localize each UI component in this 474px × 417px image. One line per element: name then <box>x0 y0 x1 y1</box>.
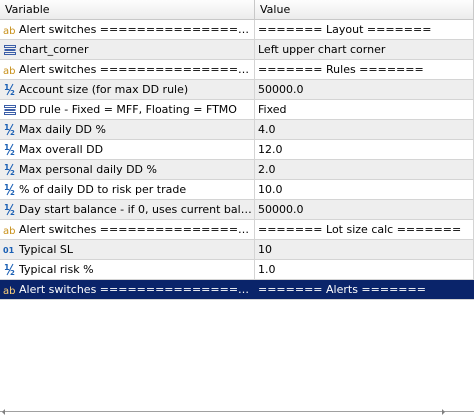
ab-icon: ab <box>3 220 17 239</box>
value-cell[interactable]: Left upper chart corner <box>255 40 474 59</box>
table-row[interactable]: ab Alert switches ====================...… <box>0 20 474 40</box>
variable-cell[interactable]: DD rule - Fixed = MFF, Floating = FTMO <box>0 100 255 119</box>
int-icon: 01 <box>3 240 17 259</box>
table-row[interactable]: 1 2% of daily DD to risk per trade 10.0 <box>0 180 474 200</box>
svg-text:2: 2 <box>10 209 15 216</box>
ab-icon: ab <box>3 60 17 79</box>
svg-text:2: 2 <box>10 149 15 156</box>
value-cell[interactable]: ======= Alerts ======= <box>255 280 474 299</box>
inputs-grid: Variable Value ab Alert switches ========… <box>0 0 474 300</box>
value-cell[interactable]: 50000.0 <box>255 200 474 219</box>
variable-name: chart_corner <box>19 43 89 56</box>
half-icon: 12 <box>3 140 17 159</box>
ab-icon: ab <box>3 20 17 39</box>
value-cell[interactable]: ======= Layout ======= <box>255 20 474 39</box>
value-cell[interactable]: Fixed <box>255 100 474 119</box>
variable-name: Account size (for max DD rule) <box>19 83 189 96</box>
value-cell[interactable]: 50000.0 <box>255 80 474 99</box>
grid-header: Variable Value <box>0 0 474 20</box>
table-row[interactable]: 01 Typical SL 10 <box>0 240 474 260</box>
scroll-right-icon[interactable] <box>441 409 445 415</box>
value-cell[interactable]: 2.0 <box>255 160 474 179</box>
variable-cell[interactable]: 1 2% of daily DD to risk per trade <box>0 180 255 199</box>
svg-text:ab: ab <box>3 286 15 296</box>
table-row[interactable]: 1 2 Max overall DD 12.0 <box>0 140 474 160</box>
table-row[interactable]: ab Alert switches ====================...… <box>0 280 474 300</box>
variable-name: Day start balance - if 0, uses current b… <box>19 203 254 216</box>
variable-name: Typical SL <box>19 243 74 256</box>
variable-name: Alert switches ====================... <box>19 223 254 236</box>
variable-name: Max personal daily DD % <box>19 163 157 176</box>
variable-cell[interactable]: 1 2 Max daily DD % <box>0 120 255 139</box>
value-cell[interactable]: 12.0 <box>255 140 474 159</box>
variable-cell[interactable]: 1 2 Account size (for max DD rule) <box>0 80 255 99</box>
svg-text:2: 2 <box>10 89 15 96</box>
svg-text:2: 2 <box>10 189 15 196</box>
svg-text:2: 2 <box>10 169 15 176</box>
value-cell[interactable]: ======= Rules ======= <box>255 60 474 79</box>
enum-icon <box>3 100 17 119</box>
variable-cell[interactable]: 1 2 Typical risk % <box>0 260 255 279</box>
bottom-border <box>0 411 474 412</box>
half-icon: 12 <box>3 160 17 179</box>
svg-text:ab: ab <box>3 226 15 236</box>
table-row[interactable]: 1 2 Max personal daily DD % 2.0 <box>0 160 474 180</box>
variable-name: Max daily DD % <box>19 123 106 136</box>
svg-text:ab: ab <box>3 66 15 76</box>
variable-cell[interactable]: 01 Typical SL <box>0 240 255 259</box>
grid-rows: ab Alert switches ====================...… <box>0 20 474 300</box>
table-row[interactable]: ab Alert switches ====================...… <box>0 60 474 80</box>
half-icon: 12 <box>3 200 17 219</box>
value-cell[interactable]: 4.0 <box>255 120 474 139</box>
half-icon: 12 <box>3 80 17 99</box>
variable-name: Alert switches ====================... <box>19 23 254 36</box>
svg-text:ab: ab <box>3 26 15 36</box>
half-icon: 12 <box>3 180 17 199</box>
table-row[interactable]: ab Alert switches ====================...… <box>0 220 474 240</box>
variable-name: Alert switches ====================... <box>19 63 254 76</box>
value-cell[interactable]: 1.0 <box>255 260 474 279</box>
half-icon: 12 <box>3 120 17 139</box>
variable-name: DD rule - Fixed = MFF, Floating = FTMO <box>19 103 237 116</box>
variable-cell[interactable]: 1 2 Day start balance - if 0, uses current… <box>0 200 255 219</box>
scroll-left-icon[interactable] <box>2 409 6 415</box>
variable-cell[interactable]: ab Alert switches ====================... <box>0 20 255 39</box>
table-row[interactable]: 1 2 Day start balance - if 0, uses current… <box>0 200 474 220</box>
variable-name: % of daily DD to risk per trade <box>19 183 187 196</box>
header-value[interactable]: Value <box>255 0 474 19</box>
variable-cell[interactable]: 1 2 Max overall DD <box>0 140 255 159</box>
enum-icon <box>3 40 17 59</box>
ab-icon: ab <box>3 280 17 299</box>
variable-name: Alert switches ====================... <box>19 283 254 296</box>
variable-name: Max overall DD <box>19 143 104 156</box>
table-row[interactable]: chart_corner Left upper chart corner <box>0 40 474 60</box>
variable-name: Typical risk % <box>19 263 94 276</box>
variable-cell[interactable]: ab Alert switches ====================... <box>0 220 255 239</box>
variable-cell[interactable]: chart_corner <box>0 40 255 59</box>
value-cell[interactable]: ======= Lot size calc ======= <box>255 220 474 239</box>
svg-text:2: 2 <box>10 129 15 136</box>
value-cell[interactable]: 10.0 <box>255 180 474 199</box>
svg-text:2: 2 <box>10 269 15 276</box>
variable-cell[interactable]: ab Alert switches ====================... <box>0 280 255 299</box>
svg-text:01: 01 <box>3 246 15 255</box>
variable-cell[interactable]: 1 2 Max personal daily DD % <box>0 160 255 179</box>
half-icon: 12 <box>3 260 17 279</box>
table-row[interactable]: 1 2 Account size (for max DD rule) 50000.0 <box>0 80 474 100</box>
table-row[interactable]: 1 2 Max daily DD % 4.0 <box>0 120 474 140</box>
header-variable[interactable]: Variable <box>0 0 255 19</box>
table-row[interactable]: 1 2 Typical risk % 1.0 <box>0 260 474 280</box>
variable-cell[interactable]: ab Alert switches ====================... <box>0 60 255 79</box>
table-row[interactable]: DD rule - Fixed = MFF, Floating = FTMO Fi… <box>0 100 474 120</box>
value-cell[interactable]: 10 <box>255 240 474 259</box>
